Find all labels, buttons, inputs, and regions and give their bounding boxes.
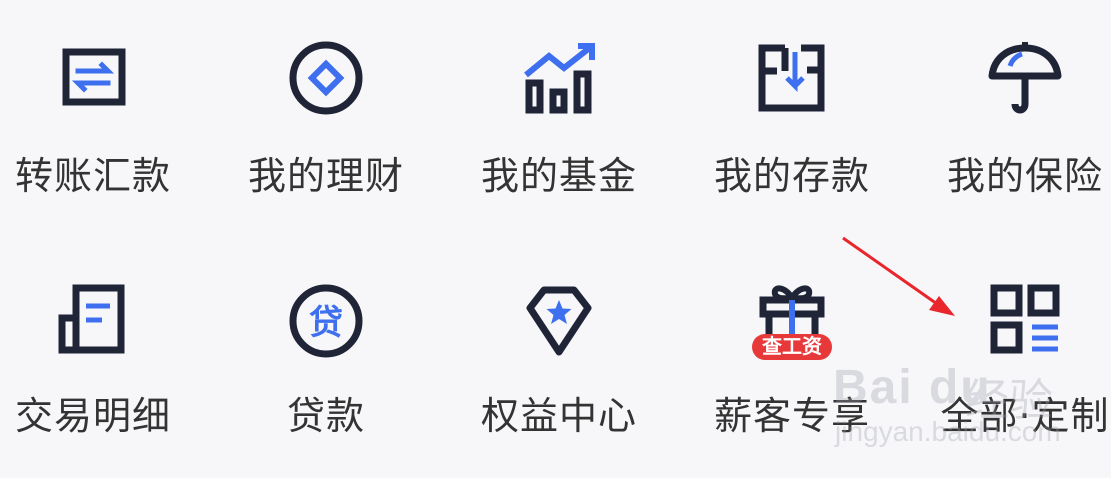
tile-loan[interactable]: 贷 贷款 <box>226 278 426 478</box>
tile-transaction-details[interactable]: 交易明细 <box>0 278 193 478</box>
tile-label: 转账汇款 <box>14 154 171 198</box>
salary-check-badge: 查工资 <box>752 334 832 360</box>
tile-label: 我的理财 <box>247 154 404 198</box>
loan-icon: 贷 <box>281 278 371 368</box>
umbrella-icon <box>980 38 1070 128</box>
tile-label: 我的基金 <box>480 154 637 198</box>
tile-label: 薪客专享 <box>713 394 870 438</box>
deposit-icon <box>747 38 837 128</box>
tile-my-insurance[interactable]: 我的保险 <box>925 38 1111 238</box>
transaction-details-icon <box>48 278 138 368</box>
tile-benefits-center[interactable]: 权益中心 <box>459 278 659 478</box>
tile-label: 贷款 <box>286 394 365 438</box>
tile-my-wealth[interactable]: 我的理财 <box>226 38 426 238</box>
all-services-grid-icon <box>980 278 1070 368</box>
loan-icon-glyph: 贷 <box>309 303 343 343</box>
fund-chart-icon <box>514 38 604 128</box>
transfer-icon <box>48 38 138 128</box>
tile-my-fund[interactable]: 我的基金 <box>459 38 659 238</box>
gift-icon: 查工资 <box>747 278 837 368</box>
tile-transfer[interactable]: 转账汇款 <box>0 38 193 238</box>
tile-my-deposit[interactable]: 我的存款 <box>692 38 892 238</box>
tile-label: 权益中心 <box>480 394 637 438</box>
diamond-star-icon <box>514 278 604 368</box>
tile-label: 交易明细 <box>14 394 171 438</box>
tile-label: 我的存款 <box>713 154 870 198</box>
tile-all-custom[interactable]: 全部·定制 <box>925 278 1111 478</box>
tile-salary-exclusive[interactable]: 查工资 薪客专享 <box>692 278 892 478</box>
tile-label: 全部·定制 <box>940 394 1110 438</box>
wealth-icon <box>281 38 371 128</box>
tile-label: 我的保险 <box>946 154 1103 198</box>
